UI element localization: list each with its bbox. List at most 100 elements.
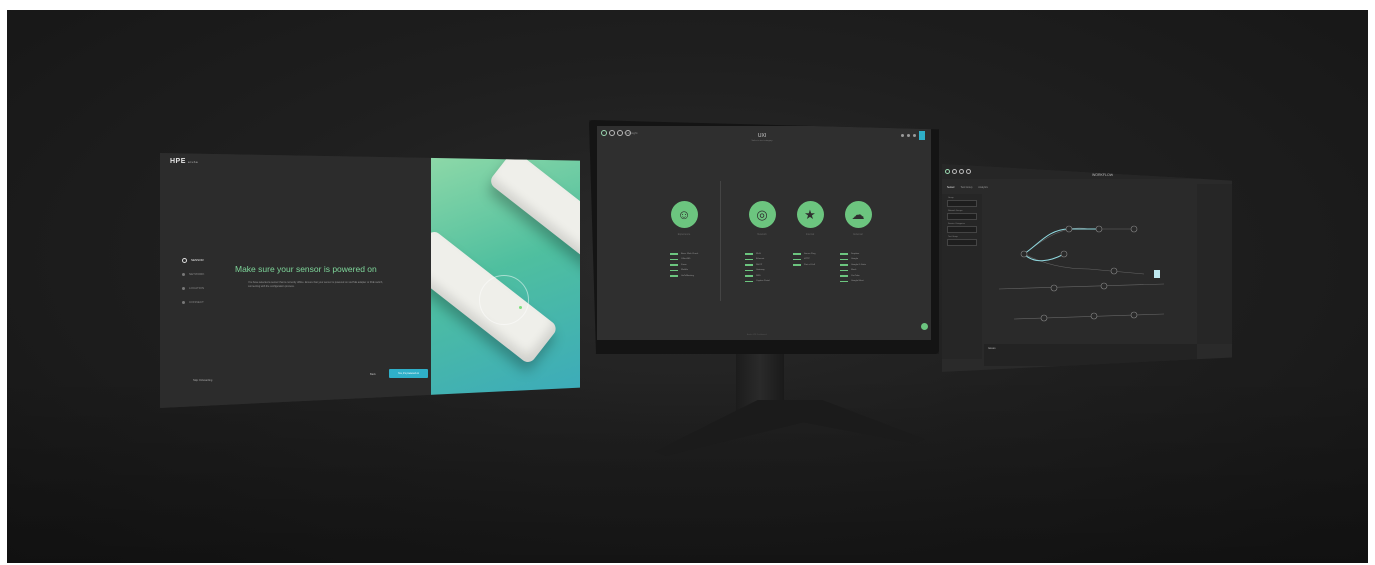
graph-node[interactable] [1095, 225, 1103, 233]
onboarding-headline: Make sure your sensor is powered on [235, 264, 377, 274]
option-label: GoToMeeting [681, 274, 695, 277]
group-select[interactable] [947, 200, 977, 207]
tab-test-group[interactable]: Test Group [961, 186, 973, 189]
test-group-select[interactable] [947, 239, 977, 246]
option-bar [840, 253, 848, 255]
step-network[interactable]: NETWORK [182, 267, 204, 281]
step-label: SENSOR [191, 258, 204, 262]
option-label: Ethernet [756, 258, 765, 261]
option-label: Google G Suite [851, 263, 866, 266]
option-bar [745, 253, 753, 255]
workflow-tabs: Sensor Test Group Analytics [947, 186, 988, 189]
network-icon[interactable]: ◎ [748, 201, 776, 228]
sensor-device-image [487, 153, 580, 269]
graph-node[interactable] [1065, 225, 1073, 233]
option-item[interactable]: GoToMeeting [670, 273, 698, 279]
option-bar [670, 264, 678, 266]
step-dot-icon [182, 257, 187, 263]
graph-node[interactable] [1050, 284, 1058, 292]
option-bar [745, 280, 753, 282]
issues-panel: Issues [984, 344, 1197, 366]
workflow-header: WORKFLOW [942, 164, 1232, 179]
grid-icon[interactable] [959, 169, 964, 174]
sensor-hero-image [431, 153, 580, 408]
category-network[interactable]: ◎ Network [737, 201, 787, 236]
option-label: HTTP [804, 258, 810, 261]
category-internal[interactable]: ★ Internal [785, 201, 835, 236]
graph-node[interactable] [1130, 225, 1138, 233]
section-divider [720, 181, 721, 301]
service-category-select[interactable] [947, 226, 977, 233]
graph-edge [998, 283, 1165, 290]
graph-edge-active [1023, 228, 1099, 255]
graph-node[interactable] [1100, 282, 1108, 290]
grid-icon[interactable] [617, 130, 623, 136]
option-bar [840, 280, 848, 282]
step-location[interactable]: LOCATION [182, 281, 204, 295]
app-logo-icon[interactable] [945, 169, 950, 174]
workflow-sidebar: Group Network Groups Service Categories … [942, 194, 982, 359]
option-item[interactable]: Port of Call [793, 262, 815, 268]
option-label: Basic Web Check [681, 252, 699, 255]
notification-icon[interactable] [913, 134, 916, 137]
onboarding-content: HPE aruba SENSOR NETWORK LOCATION CONNECT… [160, 153, 431, 408]
step-label: CONNECT [189, 300, 204, 304]
option-bar [840, 275, 848, 277]
step-label: NETWORK [189, 272, 205, 276]
step-dot-icon [182, 286, 185, 290]
option-label: Captive Portal [756, 280, 770, 283]
star-icon[interactable]: ★ [796, 201, 824, 228]
workflow-graph [998, 225, 1165, 322]
option-item[interactable]: Google Meet [840, 279, 866, 285]
skip-onboarding-link[interactable]: Skip Onboarding [193, 379, 212, 382]
category-label: Internal [805, 233, 815, 236]
step-connect[interactable]: CONNECT [182, 295, 204, 309]
monitor-screen: NetInsight UXI Select a test category ☺ … [597, 126, 931, 340]
step-dot-icon [182, 272, 185, 276]
option-bar [793, 253, 801, 255]
option-label: Slack [851, 269, 857, 272]
network-group-select[interactable] [947, 213, 977, 220]
user-icon[interactable] [966, 169, 971, 174]
option-label: WebEx [681, 269, 689, 272]
selected-node[interactable] [1154, 270, 1160, 278]
app-icons [945, 169, 971, 174]
experience-options: Basic Web Check Office365 Zoom WebEx GoT… [670, 251, 698, 279]
graph-node[interactable] [1110, 267, 1118, 275]
step-sensor[interactable]: SENSOR [182, 253, 204, 267]
category-external[interactable]: ☁ External [833, 201, 883, 236]
option-bar [745, 275, 753, 277]
option-bar [670, 258, 678, 260]
option-item[interactable]: Captive Portal [745, 279, 770, 285]
option-bar [670, 275, 678, 277]
globe-icon[interactable] [609, 130, 615, 136]
category-label: Experience [677, 233, 691, 236]
settings-icon[interactable] [907, 134, 910, 137]
powered-on-button[interactable]: Yes, it's powered on [389, 369, 428, 378]
cloud-icon[interactable]: ☁ [844, 201, 872, 228]
option-bar [793, 264, 801, 266]
graph-edge [1013, 313, 1165, 320]
option-bar [840, 264, 848, 266]
help-icon[interactable] [901, 134, 904, 137]
globe-icon[interactable] [952, 169, 957, 174]
graph-node[interactable] [1020, 250, 1028, 258]
footer-text: Aruba UXI Dashboard [747, 334, 767, 336]
onboarding-screen: HPE aruba SENSOR NETWORK LOCATION CONNECT… [160, 153, 580, 408]
tab-sensor[interactable]: Sensor [947, 186, 955, 189]
app-logo-icon[interactable] [601, 130, 607, 136]
graph-node[interactable] [1130, 311, 1138, 319]
graph-node[interactable] [1060, 250, 1068, 258]
help-fab-button[interactable] [921, 323, 928, 330]
graph-node[interactable] [1090, 312, 1098, 320]
internal-options: Server Ping HTTP Port of Call [793, 251, 815, 268]
account-tab[interactable] [919, 131, 925, 140]
smile-icon[interactable]: ☺ [670, 201, 698, 228]
tab-analytics[interactable]: Analytics [978, 186, 988, 189]
logo-sub: aruba [187, 160, 199, 164]
back-button[interactable]: Back [370, 373, 376, 376]
graph-edge-active [1023, 253, 1065, 262]
graph-node[interactable] [1040, 314, 1048, 322]
status-led-icon [519, 306, 522, 309]
category-experience[interactable]: ☺ Experience [659, 201, 709, 236]
